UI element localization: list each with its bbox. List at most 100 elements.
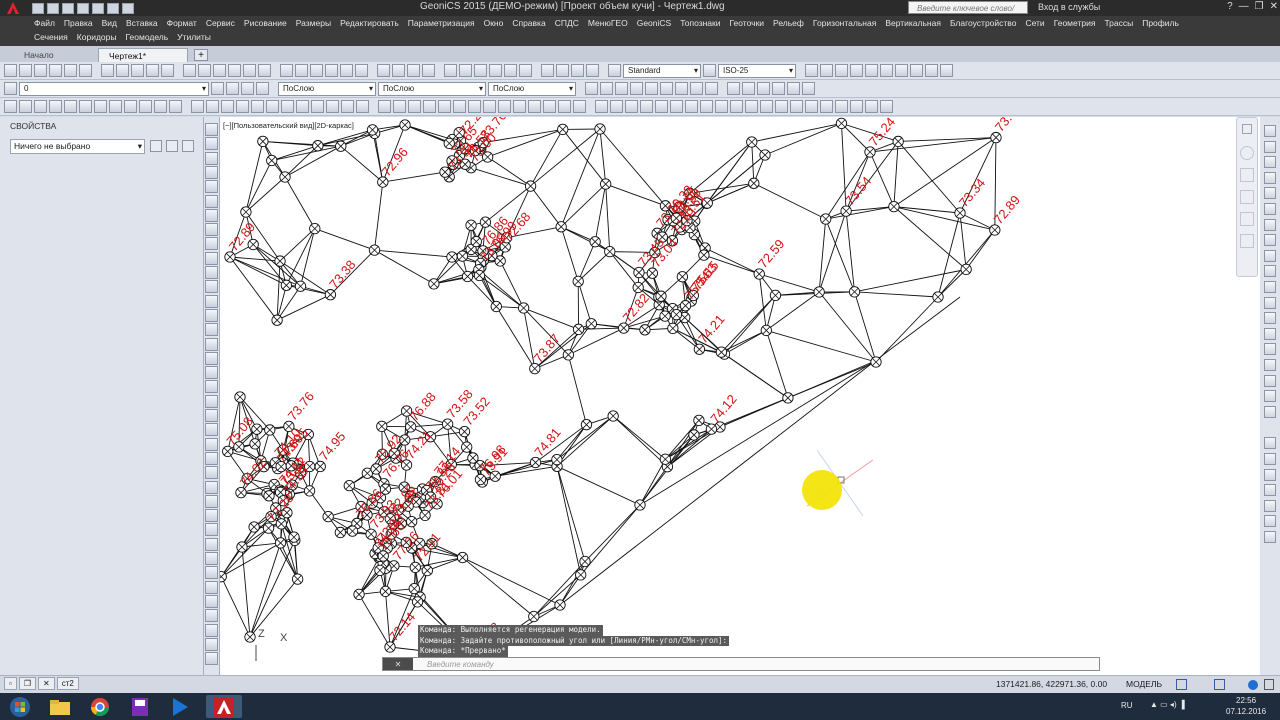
menu-item-2[interactable]: Вид — [102, 18, 126, 28]
draw-tool-icon[interactable] — [205, 294, 218, 308]
draw-tool-icon[interactable] — [205, 165, 218, 179]
zoom-extents-icon[interactable] — [1240, 190, 1254, 204]
modify-tool-icon[interactable] — [1264, 499, 1276, 512]
snap-tool-icon[interactable] — [198, 64, 211, 77]
tab-drawing[interactable]: Чертеж1* — [98, 48, 188, 62]
draw-tool-icon[interactable] — [205, 580, 218, 594]
geo-tool-icon[interactable] — [541, 64, 554, 77]
draw-tool-icon[interactable] — [205, 466, 218, 480]
layout-tab-sheet[interactable]: ст2 — [56, 677, 79, 690]
save-app-taskbar-icon[interactable] — [122, 695, 158, 718]
misc-tool-icon[interactable] — [835, 64, 848, 77]
surface-tool-icon[interactable] — [281, 100, 294, 113]
modify-tool-icon[interactable] — [1264, 405, 1276, 418]
geonics-tool-icon[interactable] — [79, 100, 92, 113]
layer-state-icon[interactable] — [226, 82, 239, 95]
draw-tool-icon[interactable] — [205, 351, 218, 365]
modify-tool-icon[interactable] — [1264, 218, 1276, 231]
surface-tool-icon[interactable] — [266, 100, 279, 113]
redo-icon[interactable] — [122, 2, 134, 14]
survey-tool-icon[interactable] — [865, 100, 878, 113]
misc-tool-icon[interactable] — [910, 64, 923, 77]
annotation-scale-icon[interactable] — [1214, 679, 1225, 690]
menu-item-23[interactable]: Трассы — [1104, 18, 1142, 28]
menu-item-17[interactable]: Рельеф — [773, 18, 813, 28]
draw-tool-icon[interactable] — [205, 366, 218, 380]
nav-close-icon[interactable] — [1242, 124, 1252, 134]
render-tool-icon[interactable] — [757, 82, 770, 95]
menu-item-0[interactable]: Сечения — [34, 32, 77, 42]
surface-tool-icon[interactable] — [191, 100, 204, 113]
layer-tool-icon[interactable] — [444, 64, 457, 77]
edit-tool-icon[interactable] — [146, 64, 159, 77]
draw-tool-icon[interactable] — [205, 380, 218, 394]
command-input[interactable]: Введите команду — [413, 660, 494, 669]
modify-tool-icon[interactable] — [1264, 265, 1276, 278]
render-tool-icon[interactable] — [727, 82, 740, 95]
relief-tool-icon[interactable] — [453, 100, 466, 113]
modify-tool-icon[interactable] — [1264, 515, 1276, 528]
menu-item-4[interactable]: Формат — [167, 18, 206, 28]
layer-state-icon[interactable] — [241, 82, 254, 95]
draw-tool-icon[interactable] — [205, 137, 218, 151]
snap-tool-icon[interactable] — [258, 64, 271, 77]
menu-item-21[interactable]: Сети — [1025, 18, 1053, 28]
surface-tool-icon[interactable] — [356, 100, 369, 113]
properties-tool-icon[interactable] — [675, 82, 688, 95]
modify-tool-icon[interactable] — [1264, 390, 1276, 403]
menu-item-1[interactable]: Правка — [64, 18, 102, 28]
survey-tool-icon[interactable] — [700, 100, 713, 113]
draw-tool-icon[interactable] — [205, 423, 218, 437]
survey-tool-icon[interactable] — [670, 100, 683, 113]
survey-tool-icon[interactable] — [685, 100, 698, 113]
geonics-tool-icon[interactable] — [109, 100, 122, 113]
maximize-icon[interactable]: ❐ — [1255, 1, 1264, 12]
relief-tool-icon[interactable] — [573, 100, 586, 113]
app-logo-icon[interactable] — [0, 0, 26, 16]
snap-tool-icon[interactable] — [228, 64, 241, 77]
view-tool-icon[interactable] — [407, 64, 420, 77]
draw-tool-icon[interactable] — [205, 180, 218, 194]
geo-tool-icon[interactable] — [556, 64, 569, 77]
misc-tool-icon[interactable] — [850, 64, 863, 77]
menu-item-0[interactable]: Файл — [34, 18, 64, 28]
survey-tool-icon[interactable] — [880, 100, 893, 113]
draw-tool-icon[interactable] — [205, 409, 218, 422]
draw-tool-icon[interactable] — [205, 280, 218, 294]
layout-tab-restore[interactable]: ❐ — [18, 677, 37, 690]
menu-item-11[interactable]: Справка — [512, 18, 554, 28]
draw-tool-icon[interactable] — [205, 552, 218, 565]
close-icon[interactable]: ✕ — [1270, 1, 1278, 12]
geonics-tool-icon[interactable] — [169, 100, 182, 113]
menu-item-3[interactable]: Вставка — [126, 18, 167, 28]
survey-tool-icon[interactable] — [625, 100, 638, 113]
tab-start[interactable]: Начало — [14, 48, 98, 62]
minimize-icon[interactable]: — — [1239, 1, 1249, 12]
layout-tab-minimized[interactable]: ▫ — [4, 677, 17, 690]
color-dropdown[interactable]: ПоСлою — [278, 81, 376, 96]
geonics-tool-icon[interactable] — [94, 100, 107, 113]
menu-item-22[interactable]: Геометрия — [1054, 18, 1105, 28]
file-tool-icon[interactable] — [34, 64, 47, 77]
survey-tool-icon[interactable] — [835, 100, 848, 113]
modify-tool-icon[interactable] — [1264, 312, 1276, 325]
edit-tool-icon[interactable] — [131, 64, 144, 77]
render-tool-icon[interactable] — [742, 82, 755, 95]
chrome-taskbar-icon[interactable] — [82, 695, 118, 718]
survey-tool-icon[interactable] — [805, 100, 818, 113]
misc-tool-icon[interactable] — [940, 64, 953, 77]
menu-item-14[interactable]: GeoniCS — [637, 18, 681, 28]
properties-tool-icon[interactable] — [630, 82, 643, 95]
modify-tool-icon[interactable] — [1264, 437, 1276, 450]
modify-tool-icon[interactable] — [1264, 125, 1276, 137]
selection-dropdown[interactable]: Ничего не выбрано — [10, 139, 145, 154]
modify-tool-icon[interactable] — [1264, 203, 1276, 215]
layer-manager-icon[interactable] — [4, 82, 17, 95]
customize-icon[interactable] — [1264, 679, 1274, 690]
layer-tool-icon[interactable] — [474, 64, 487, 77]
toggle-pickadd-icon[interactable] — [150, 140, 162, 152]
layer-tool-icon[interactable] — [459, 64, 472, 77]
quick-select-icon[interactable] — [182, 140, 194, 152]
file-tool-icon[interactable] — [19, 64, 32, 77]
modify-tool-icon[interactable] — [1264, 296, 1276, 309]
